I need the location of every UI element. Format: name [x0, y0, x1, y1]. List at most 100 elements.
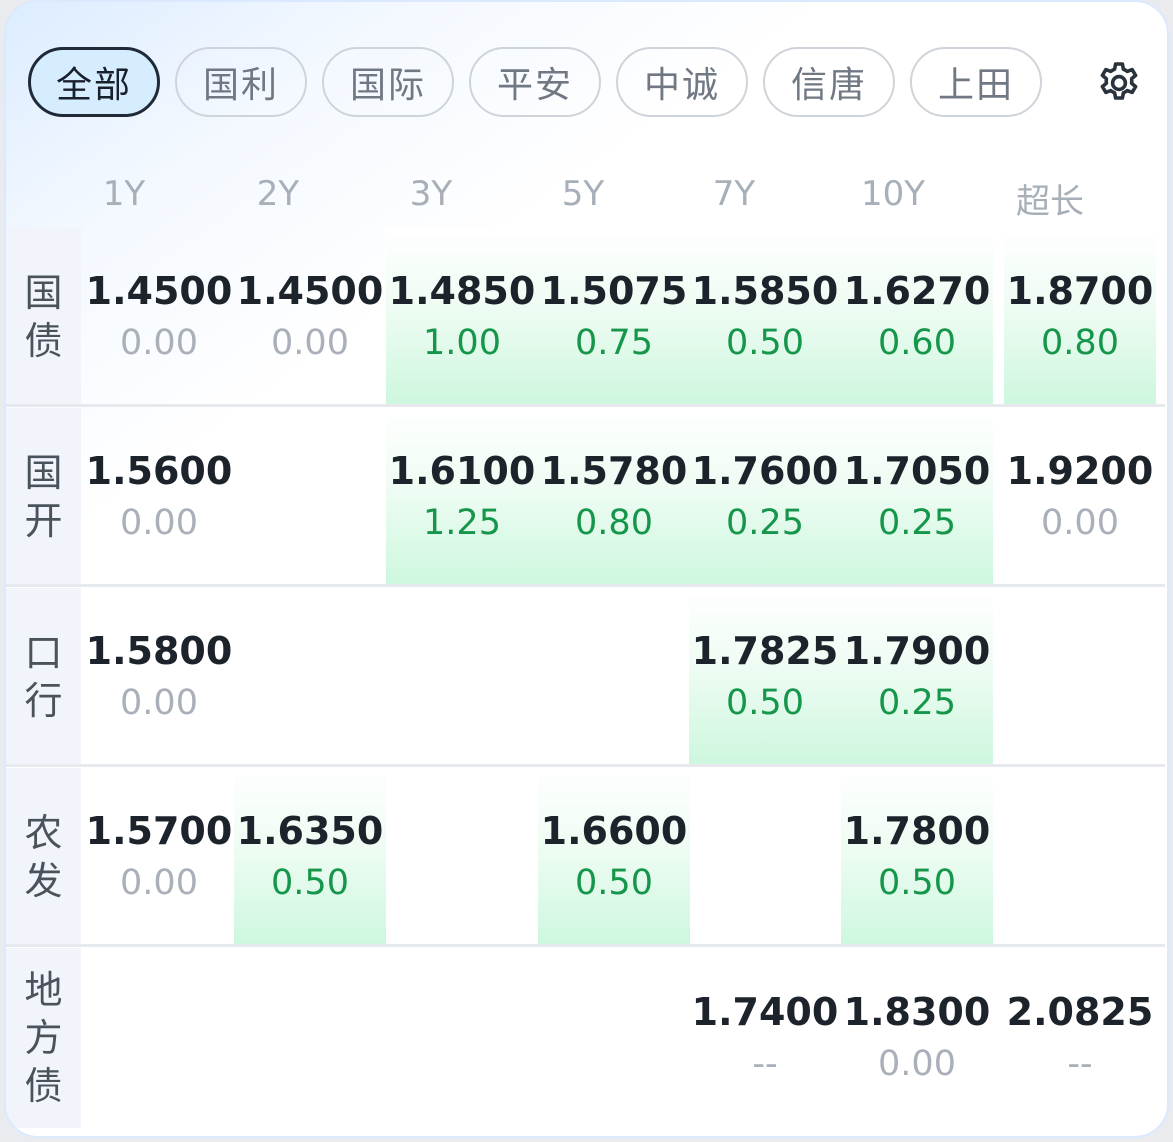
column-header: 2Y — [256, 174, 300, 214]
quote-price: 1.7600 — [691, 449, 839, 493]
quote-price: 1.5700 — [85, 809, 233, 853]
quote-cell[interactable]: 1.6270 0.60 — [841, 228, 993, 406]
tab-3[interactable]: 平安 — [469, 47, 601, 117]
quote-cell[interactable]: 1.4500 0.00 — [83, 228, 235, 406]
quote-change: 0.00 — [271, 323, 349, 363]
quote-price: 1.4500 — [85, 269, 233, 313]
quote-change: 0.50 — [726, 323, 804, 363]
quote-cell[interactable]: 1.6600 0.50 — [538, 768, 690, 946]
quote-price: 2.0825 — [1006, 990, 1154, 1034]
quote-cell[interactable]: 1.7050 0.25 — [841, 408, 993, 586]
quote-change: 0.75 — [575, 323, 653, 363]
row-label-char: 开 — [24, 499, 63, 543]
quote-change: 0.25 — [726, 503, 804, 543]
quote-price: 1.7400 — [691, 990, 839, 1034]
quote-cell[interactable]: 1.7600 0.25 — [689, 408, 841, 586]
row-label: 农发 — [6, 768, 81, 946]
quote-change: 0.80 — [575, 503, 653, 543]
row-divider — [6, 584, 1165, 587]
row-label-char: 发 — [24, 859, 63, 903]
row-divider — [6, 944, 1165, 947]
quote-price: 1.4850 — [388, 269, 536, 313]
quote-cell[interactable]: 1.9200 0.00 — [1004, 408, 1156, 586]
quote-change: -- — [1067, 1044, 1093, 1084]
quote-cell[interactable]: 1.4850 1.00 — [386, 228, 538, 406]
quote-change: 0.00 — [878, 1044, 956, 1084]
row-label: 国开 — [6, 408, 81, 586]
quote-price: 1.7050 — [843, 449, 991, 493]
quote-price: 1.5800 — [85, 629, 233, 673]
quote-price: 1.8700 — [1006, 269, 1154, 313]
row-label-char: 国 — [24, 451, 63, 495]
quote-cell[interactable]: 1.7900 0.25 — [841, 588, 993, 766]
row-label-char: 地 — [24, 968, 63, 1012]
column-header: 超长 — [1016, 182, 1084, 222]
row-label: 口行 — [6, 588, 81, 766]
quote-price: 1.5780 — [540, 449, 688, 493]
quote-change: 0.00 — [1041, 503, 1119, 543]
quote-price: 1.7800 — [843, 809, 991, 853]
column-header: 7Y — [712, 174, 756, 214]
tab-5[interactable]: 信唐 — [763, 47, 895, 117]
quote-change: 0.50 — [271, 863, 349, 903]
tab-0[interactable]: 全部 — [28, 47, 160, 117]
quote-cell[interactable]: 1.5600 0.00 — [83, 408, 235, 586]
quote-price: 1.6270 — [843, 269, 991, 313]
quote-change: 0.80 — [1041, 323, 1119, 363]
quote-change: -- — [752, 1044, 778, 1084]
quote-cell[interactable]: 1.5700 0.00 — [83, 768, 235, 946]
quote-change: 0.00 — [120, 323, 198, 363]
quote-change: 0.50 — [575, 863, 653, 903]
quote-cell[interactable]: 1.7825 0.50 — [689, 588, 841, 766]
quote-price: 1.5600 — [85, 449, 233, 493]
column-header: 3Y — [409, 174, 453, 214]
row-label-char: 债 — [24, 319, 63, 363]
row-divider — [6, 404, 1165, 407]
quote-price: 1.6600 — [540, 809, 688, 853]
quote-cell[interactable]: 1.8300 0.00 — [841, 948, 993, 1128]
column-header: 1Y — [102, 174, 146, 214]
tab-2[interactable]: 国际 — [322, 47, 454, 117]
quote-price: 1.9200 — [1006, 449, 1154, 493]
quote-change: 1.25 — [423, 503, 501, 543]
quote-price: 1.7825 — [691, 629, 839, 673]
quote-cell[interactable]: 1.7800 0.50 — [841, 768, 993, 946]
quote-change: 0.60 — [878, 323, 956, 363]
row-label-char: 农 — [24, 811, 63, 855]
quote-cell[interactable]: 2.0825 -- — [1004, 948, 1156, 1128]
quote-cell[interactable]: 1.5800 0.00 — [83, 588, 235, 766]
quote-cell[interactable]: 1.5850 0.50 — [689, 228, 841, 406]
quote-change: 0.00 — [120, 863, 198, 903]
column-header: 10Y — [860, 174, 926, 214]
quote-change: 1.00 — [423, 323, 501, 363]
quote-cell[interactable]: 1.7400 -- — [689, 948, 841, 1128]
row-label-char: 债 — [24, 1064, 63, 1108]
quote-change: 0.50 — [726, 683, 804, 723]
quote-cell[interactable]: 1.5780 0.80 — [538, 408, 690, 586]
quote-change: 0.25 — [878, 503, 956, 543]
tab-1[interactable]: 国利 — [175, 47, 307, 117]
tab-4[interactable]: 中诚 — [616, 47, 748, 117]
quote-change: 0.50 — [878, 863, 956, 903]
tab-6[interactable]: 上田 — [910, 47, 1042, 117]
row-label-char: 口 — [24, 631, 63, 675]
quote-price: 1.5075 — [540, 269, 688, 313]
bond-quote-panel: 全部 国利 国际 平安 中诚 信唐 上田 1Y 2Y 3Y 5Y 7Y 10Y 超长 国债 1.4500 0… — [4, 0, 1169, 1138]
row-label-char: 方 — [24, 1016, 63, 1060]
quote-cell[interactable]: 1.6100 1.25 — [386, 408, 538, 586]
quote-cell[interactable]: 1.6350 0.50 — [234, 768, 386, 946]
quote-change: 0.00 — [120, 683, 198, 723]
gear-icon[interactable] — [1095, 59, 1143, 107]
quote-cell[interactable]: 1.4500 0.00 — [234, 228, 386, 406]
quote-cell[interactable]: 1.8700 0.80 — [1004, 228, 1156, 406]
row-label-char: 行 — [24, 679, 63, 723]
row-divider — [6, 764, 1165, 767]
quote-price: 1.6100 — [388, 449, 536, 493]
row-label: 国债 — [6, 228, 81, 406]
quote-price: 1.8300 — [843, 990, 991, 1034]
quote-price: 1.4500 — [236, 269, 384, 313]
quote-change: 0.00 — [120, 503, 198, 543]
quote-price: 1.5850 — [691, 269, 839, 313]
quote-cell[interactable]: 1.5075 0.75 — [538, 228, 690, 406]
quote-price: 1.6350 — [236, 809, 384, 853]
